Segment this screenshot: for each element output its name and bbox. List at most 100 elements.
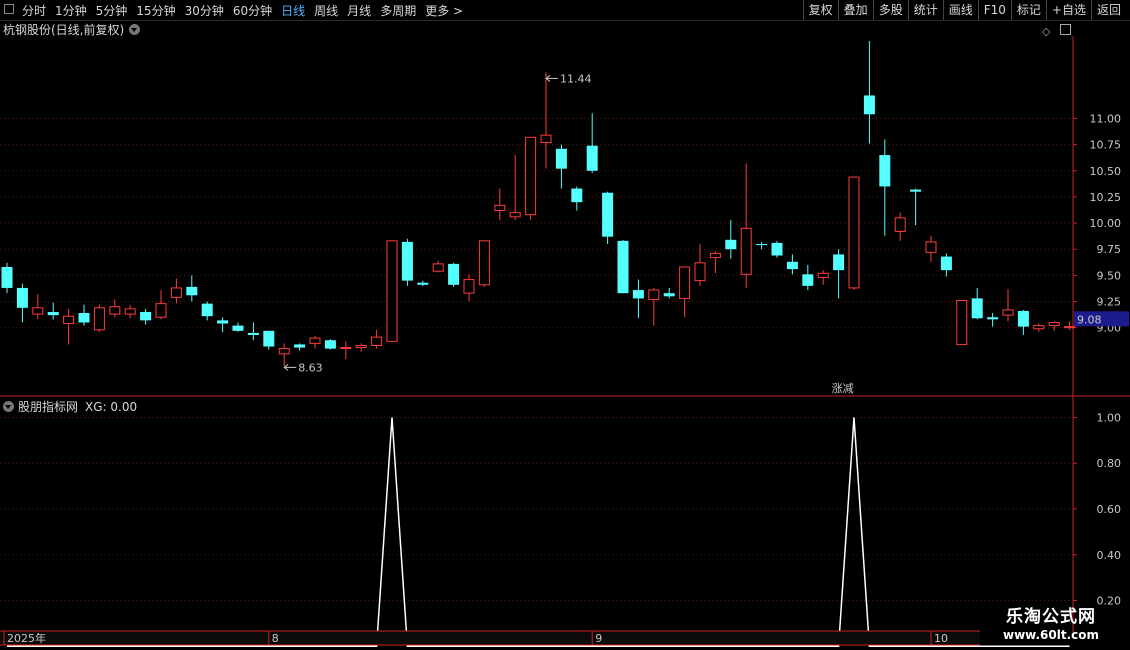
candle-body xyxy=(355,344,367,349)
candle-body xyxy=(771,242,783,256)
candle xyxy=(109,299,121,318)
candle-body xyxy=(448,263,460,285)
candle-body xyxy=(786,261,798,270)
candle xyxy=(771,240,783,258)
candle xyxy=(679,266,691,318)
candle xyxy=(155,290,167,320)
y-tick-label: 9.75 xyxy=(1097,243,1122,256)
candle-body xyxy=(340,347,352,350)
candle-body xyxy=(555,148,567,169)
candle xyxy=(494,188,506,220)
current-price-label: 9.08 xyxy=(1077,313,1102,326)
y-tick-label: 11.00 xyxy=(1090,112,1122,125)
candle xyxy=(910,188,922,226)
candle xyxy=(463,274,475,302)
candle-body xyxy=(278,348,290,355)
candle-body xyxy=(124,308,136,315)
annotation-label: 8.63 xyxy=(298,361,323,374)
candle xyxy=(586,113,598,173)
candle-body xyxy=(940,256,952,271)
candle-body xyxy=(478,240,490,286)
candle xyxy=(694,244,706,286)
candle-body xyxy=(694,262,706,282)
candle xyxy=(879,139,891,236)
candle-body xyxy=(602,192,614,237)
candle-body xyxy=(509,212,521,218)
candle-body xyxy=(201,303,213,317)
candle-body xyxy=(987,317,999,320)
candle-body xyxy=(463,279,475,294)
candle-body xyxy=(1002,309,1014,316)
candle-body xyxy=(709,252,721,259)
candle-body xyxy=(848,176,860,289)
candle xyxy=(632,279,644,319)
candle-body xyxy=(540,134,552,144)
candle-body xyxy=(93,307,105,331)
candle-body xyxy=(63,315,75,325)
y-tick-label: 10.00 xyxy=(1090,217,1122,230)
candle xyxy=(956,299,968,345)
candle xyxy=(478,240,490,287)
candle xyxy=(432,260,444,273)
candle xyxy=(648,287,660,326)
candle-body xyxy=(47,312,59,316)
candle xyxy=(170,278,182,304)
candle xyxy=(1017,309,1029,336)
candle-body xyxy=(971,298,983,319)
candle-body xyxy=(756,244,768,246)
candle xyxy=(140,308,152,325)
candle xyxy=(63,308,75,345)
candle-body xyxy=(386,240,398,342)
candle-body xyxy=(586,145,598,171)
x-tick-label: 8 xyxy=(272,632,279,645)
candle xyxy=(802,264,814,291)
candle-body xyxy=(1064,326,1076,329)
watermark-title: 乐淘公式网 xyxy=(1006,607,1096,627)
xg-series-line xyxy=(7,417,1070,648)
candle-body xyxy=(170,287,182,298)
candle-body xyxy=(247,332,259,336)
y-tick-label: 10.50 xyxy=(1090,165,1122,178)
candle-body xyxy=(617,240,629,294)
candle xyxy=(817,270,829,285)
candle-body xyxy=(1033,325,1045,330)
candle xyxy=(786,254,798,275)
candle xyxy=(571,186,583,211)
candle-body xyxy=(1048,321,1060,327)
candle xyxy=(232,322,244,332)
candle-body xyxy=(894,217,906,232)
candle xyxy=(448,262,460,287)
candle-body xyxy=(401,241,413,281)
candle xyxy=(186,275,198,302)
candle xyxy=(124,304,136,319)
candle xyxy=(1033,323,1045,332)
candle xyxy=(201,301,213,321)
candle-body xyxy=(863,95,875,115)
candle xyxy=(371,329,383,349)
candle-body xyxy=(140,312,152,321)
x-tick-label: 2025年 xyxy=(7,631,46,645)
candle-body xyxy=(32,307,44,315)
y-tick-label: 9.25 xyxy=(1097,296,1122,309)
candle-body xyxy=(648,289,660,300)
candle xyxy=(324,339,336,350)
x-axis-strip xyxy=(0,631,980,645)
candle xyxy=(987,313,999,327)
candle xyxy=(386,240,398,343)
chart-canvas: 9.009.259.509.7510.0010.2510.5010.7511.0… xyxy=(0,36,1130,648)
candle xyxy=(16,283,28,323)
candle xyxy=(417,280,429,286)
candle-body xyxy=(879,155,891,187)
candle xyxy=(263,330,275,350)
candle xyxy=(555,144,567,189)
candle-body xyxy=(232,325,244,331)
x-tick-label: 10 xyxy=(934,632,948,645)
candle xyxy=(863,41,875,144)
candle-body xyxy=(16,287,28,308)
candle xyxy=(309,336,321,349)
candle-body xyxy=(494,204,506,212)
candle xyxy=(525,136,537,220)
watermark-url: www.60lt.com xyxy=(1002,628,1100,642)
candle xyxy=(1002,288,1014,322)
candle xyxy=(355,343,367,352)
